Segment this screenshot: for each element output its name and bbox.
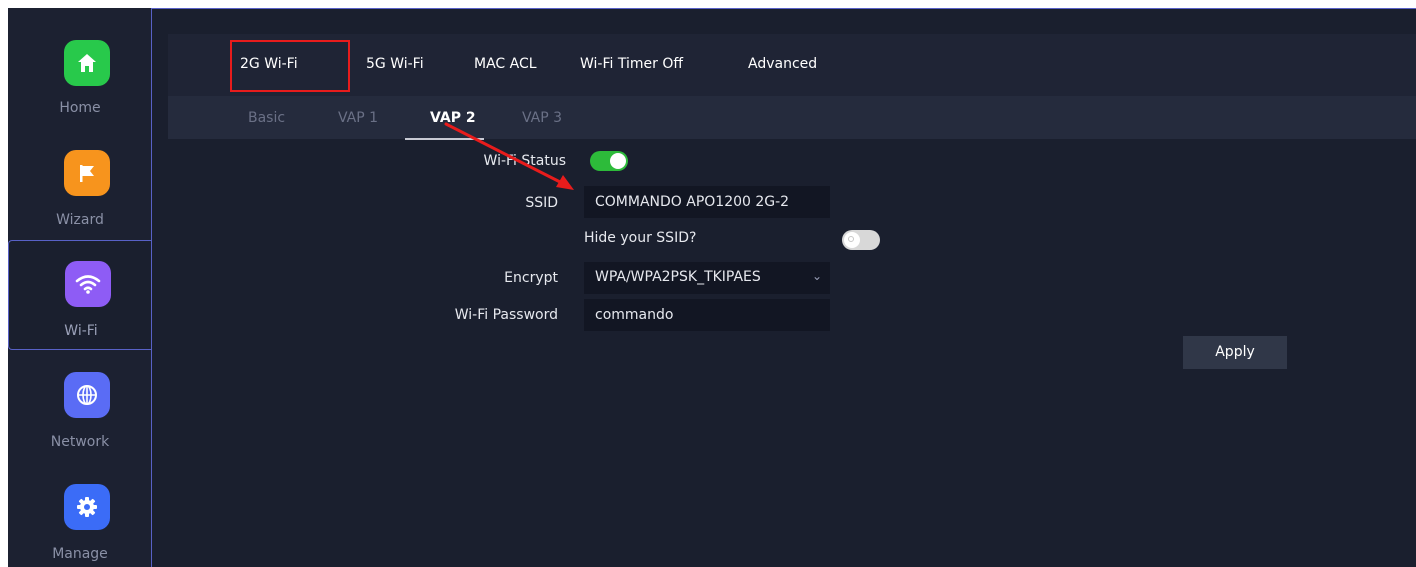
sidebar-item-home[interactable]: Home: [8, 18, 152, 128]
sidebar-item-wifi[interactable]: Wi-Fi: [8, 240, 152, 350]
encrypt-selected-value: WPA/WPA2PSK_TKIPAES: [595, 269, 761, 285]
tab-5g-wifi[interactable]: 5G Wi-Fi: [366, 56, 424, 72]
hide-ssid-toggle[interactable]: [842, 230, 880, 250]
tab-mac-acl[interactable]: MAC ACL: [474, 56, 537, 72]
wifi-password-label: Wi-Fi Password: [454, 307, 558, 323]
sidebar-item-label: Wizard: [56, 212, 104, 228]
globe-icon: [64, 372, 110, 418]
top-tab-bar: 2G Wi-Fi 5G Wi-Fi MAC ACL Wi-Fi Timer Of…: [168, 34, 1416, 96]
sidebar: Home Wizard Wi-Fi Network Manage: [8, 8, 152, 567]
sub-tab-bar: Basic VAP 1 VAP 2 VAP 3: [168, 96, 1416, 139]
toggle-off-mark: [848, 236, 854, 242]
encrypt-label: Encrypt: [504, 270, 558, 286]
sidebar-item-label: Home: [59, 100, 101, 116]
subtab-vap-3[interactable]: VAP 3: [522, 110, 562, 126]
apply-button[interactable]: Apply: [1183, 336, 1287, 369]
sidebar-item-label: Manage: [52, 546, 108, 562]
wifi-status-toggle[interactable]: [590, 151, 628, 171]
content-border: [151, 8, 152, 567]
subtab-active-indicator: [405, 138, 484, 140]
toggle-knob: [844, 232, 860, 248]
subtab-basic[interactable]: Basic: [248, 110, 285, 126]
annotation-highlight-box: [230, 40, 350, 92]
sidebar-item-label: Wi-Fi: [64, 323, 98, 339]
gear-icon: [64, 484, 110, 530]
router-admin-app: Home Wizard Wi-Fi Network Manage 2G Wi-F…: [8, 8, 1416, 567]
encrypt-select[interactable]: WPA/WPA2PSK_TKIPAES ⌄: [584, 262, 830, 294]
subtab-vap-2[interactable]: VAP 2: [430, 110, 476, 126]
ssid-input[interactable]: [584, 186, 830, 218]
wifi-password-input[interactable]: [584, 299, 830, 331]
sidebar-item-label: Network: [50, 434, 110, 450]
wifi-status-label: Wi-Fi Status: [483, 153, 566, 169]
hide-ssid-label: Hide your SSID?: [584, 230, 697, 246]
sidebar-item-manage[interactable]: Manage: [8, 464, 152, 567]
subtab-vap-1[interactable]: VAP 1: [338, 110, 378, 126]
sidebar-item-wizard[interactable]: Wizard: [8, 130, 152, 240]
wifi-icon: [65, 261, 111, 307]
content-border-top: [151, 8, 1416, 9]
sidebar-item-network[interactable]: Network: [8, 352, 152, 462]
home-icon: [64, 40, 110, 86]
ssid-label: SSID: [525, 195, 558, 211]
flag-icon: [64, 150, 110, 196]
toggle-knob: [610, 153, 626, 169]
chevron-down-icon: ⌄: [811, 269, 822, 283]
tab-advanced[interactable]: Advanced: [748, 56, 817, 72]
tab-wifi-timer-off[interactable]: Wi-Fi Timer Off: [580, 56, 683, 72]
